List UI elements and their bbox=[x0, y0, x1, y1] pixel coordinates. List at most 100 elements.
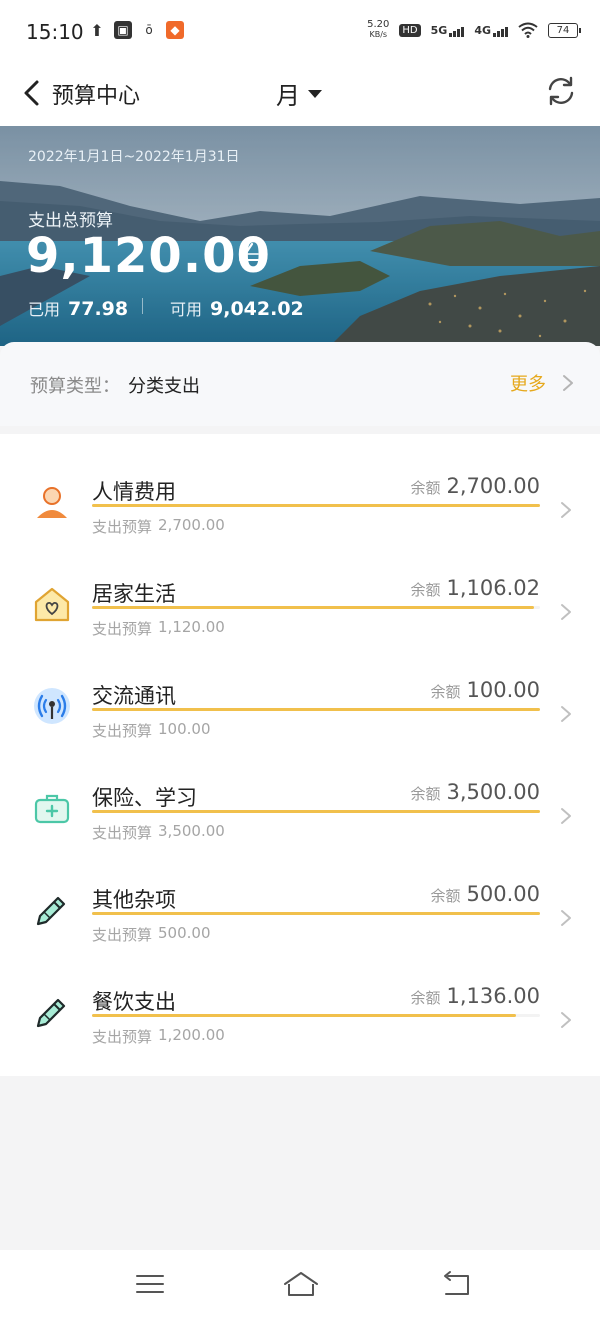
network-4g-label: 4G bbox=[474, 23, 491, 37]
category-name: 餐饮支出 bbox=[92, 990, 176, 1014]
budget-label: 支出预算 bbox=[92, 926, 153, 944]
back-icon[interactable] bbox=[20, 78, 44, 108]
remain-label: 余额 bbox=[430, 683, 461, 701]
progress-fill bbox=[92, 1014, 517, 1017]
signal-bars-icon-2 bbox=[493, 26, 508, 37]
category-remain: 余额 500.00 bbox=[431, 882, 541, 906]
category-budget: 支出预算 3,500.00 bbox=[92, 822, 225, 843]
category-row-canyin[interactable]: 餐饮支出 余额 1,136.00 支出预算 1,200.00 bbox=[0, 944, 600, 1046]
used-amount: 已用 77.98 bbox=[28, 296, 128, 320]
category-row-baoxian[interactable]: 保险、学习 余额 3,500.00 支出预算 3,500.00 bbox=[0, 740, 600, 842]
category-remain: 余额 100.00 bbox=[431, 678, 541, 702]
status-bar: 15:10 ⬆ ▣ ō ◆ 5.20 KB/s HD 5G 4G 74 bbox=[0, 0, 600, 64]
back-arrow-icon[interactable] bbox=[440, 1270, 472, 1298]
more-label: 更多 bbox=[510, 374, 546, 395]
speed-unit: KB/s bbox=[369, 30, 388, 39]
budget-label: 支出预算 bbox=[92, 1028, 153, 1046]
category-row-jiaoliu[interactable]: 交流通讯 余额 100.00 支出预算 100.00 bbox=[0, 638, 600, 740]
wifi-icon bbox=[518, 22, 538, 38]
used-value: 77.98 bbox=[68, 298, 129, 320]
budget-value: 3,500.00 bbox=[158, 822, 225, 840]
signal-4g: 4G bbox=[474, 24, 508, 37]
budget-type-row: 预算类型： 分类支出 更多 bbox=[0, 342, 600, 426]
period-value: 月 bbox=[276, 82, 300, 110]
edit-icon[interactable] bbox=[236, 240, 262, 264]
category-budget: 支出预算 1,120.00 bbox=[92, 618, 225, 639]
used-label: 已用 bbox=[28, 300, 61, 319]
app-notification-icon: ▣ bbox=[114, 21, 132, 39]
progress-bar bbox=[92, 708, 540, 711]
category-budget: 支出预算 500.00 bbox=[92, 924, 211, 945]
total-budget-amount: 9,120.00 bbox=[26, 228, 271, 284]
period-select[interactable]: 月 bbox=[276, 76, 322, 111]
speed-value: 5.20 bbox=[367, 19, 390, 30]
remain-value: 500.00 bbox=[466, 882, 540, 906]
progress-fill bbox=[92, 606, 535, 609]
status-right: 5.20 KB/s HD 5G 4G 74 bbox=[367, 20, 581, 40]
signal-bars-icon bbox=[449, 26, 465, 37]
progress-fill bbox=[92, 708, 540, 711]
category-row-renqing[interactable]: 人情费用 余额 2,700.00 支出预算 2,700.00 bbox=[0, 434, 600, 536]
nav-bar: 预算中心 月 bbox=[0, 64, 600, 126]
remain-value: 3,500.00 bbox=[446, 780, 540, 804]
banner-divider bbox=[142, 298, 143, 314]
more-button[interactable]: 更多 bbox=[510, 370, 574, 396]
page-title: 预算中心 bbox=[52, 84, 141, 109]
category-list: 人情费用 余额 2,700.00 支出预算 2,700.00 居家生活 余额 1… bbox=[0, 434, 600, 1076]
chevron-right-icon bbox=[561, 706, 571, 722]
notification-icons: ⬆ ▣ ō ◆ bbox=[88, 20, 184, 40]
category-name: 人情费用 bbox=[92, 480, 176, 504]
category-row-jujia[interactable]: 居家生活 余额 1,106.02 支出预算 1,120.00 bbox=[0, 536, 600, 638]
remain-label: 余额 bbox=[410, 785, 441, 803]
network-speed: 5.20 KB/s bbox=[367, 20, 389, 40]
category-budget: 支出预算 1,200.00 bbox=[92, 1026, 225, 1047]
available-value: 9,042.02 bbox=[210, 298, 304, 320]
network-5g-label: 5G bbox=[430, 23, 448, 37]
category-name: 居家生活 bbox=[92, 582, 176, 606]
category-remain: 余额 1,106.02 bbox=[410, 576, 540, 600]
progress-bar bbox=[92, 606, 540, 609]
progress-fill bbox=[92, 810, 540, 813]
remain-label: 余额 bbox=[410, 479, 441, 497]
remain-label: 余额 bbox=[410, 989, 441, 1007]
remain-value: 1,136.00 bbox=[446, 984, 540, 1008]
budget-value: 2,700.00 bbox=[158, 516, 225, 534]
remain-value: 2,700.00 bbox=[446, 474, 540, 498]
hd-badge: HD bbox=[399, 23, 421, 37]
budget-type-value: 分类支出 bbox=[128, 376, 200, 397]
home-icon[interactable] bbox=[282, 1270, 320, 1298]
budget-label: 支出预算 bbox=[92, 620, 153, 638]
category-name: 交流通讯 bbox=[92, 684, 176, 708]
home-heart-icon bbox=[34, 587, 70, 622]
category-row-qita[interactable]: 其他杂项 余额 500.00 支出预算 500.00 bbox=[0, 842, 600, 944]
remain-label: 余额 bbox=[430, 887, 461, 905]
progress-bar bbox=[92, 504, 540, 507]
refresh-icon[interactable] bbox=[544, 74, 578, 108]
signal-5g: 5G bbox=[431, 24, 465, 37]
upload-icon: ⬆ bbox=[90, 20, 104, 40]
chevron-right-icon bbox=[561, 502, 571, 518]
caret-down-icon bbox=[308, 89, 322, 98]
person-icon bbox=[37, 487, 67, 518]
budget-value: 1,120.00 bbox=[158, 618, 225, 636]
progress-fill bbox=[92, 912, 540, 915]
progress-bar bbox=[92, 1014, 540, 1017]
category-budget: 支出预算 100.00 bbox=[92, 720, 211, 741]
chevron-right-icon bbox=[563, 375, 573, 391]
budget-value: 100.00 bbox=[158, 720, 211, 738]
menu-icon[interactable] bbox=[134, 1270, 166, 1298]
progress-bar bbox=[92, 810, 540, 813]
signal-tower-icon bbox=[34, 688, 70, 724]
budget-label: 支出预算 bbox=[92, 722, 153, 740]
status-time: 15:10 bbox=[26, 20, 84, 44]
system-nav-bar bbox=[0, 1250, 600, 1320]
medical-kit-icon bbox=[34, 794, 70, 824]
category-budget: 支出预算 2,700.00 bbox=[92, 516, 225, 537]
progress-fill bbox=[92, 504, 540, 507]
category-name: 其他杂项 bbox=[92, 888, 176, 912]
budget-value: 500.00 bbox=[158, 924, 211, 942]
chevron-right-icon bbox=[561, 604, 571, 620]
progress-bar bbox=[92, 912, 540, 915]
battery-level: 74 bbox=[556, 24, 570, 36]
battery-icon: 74 bbox=[548, 22, 581, 38]
